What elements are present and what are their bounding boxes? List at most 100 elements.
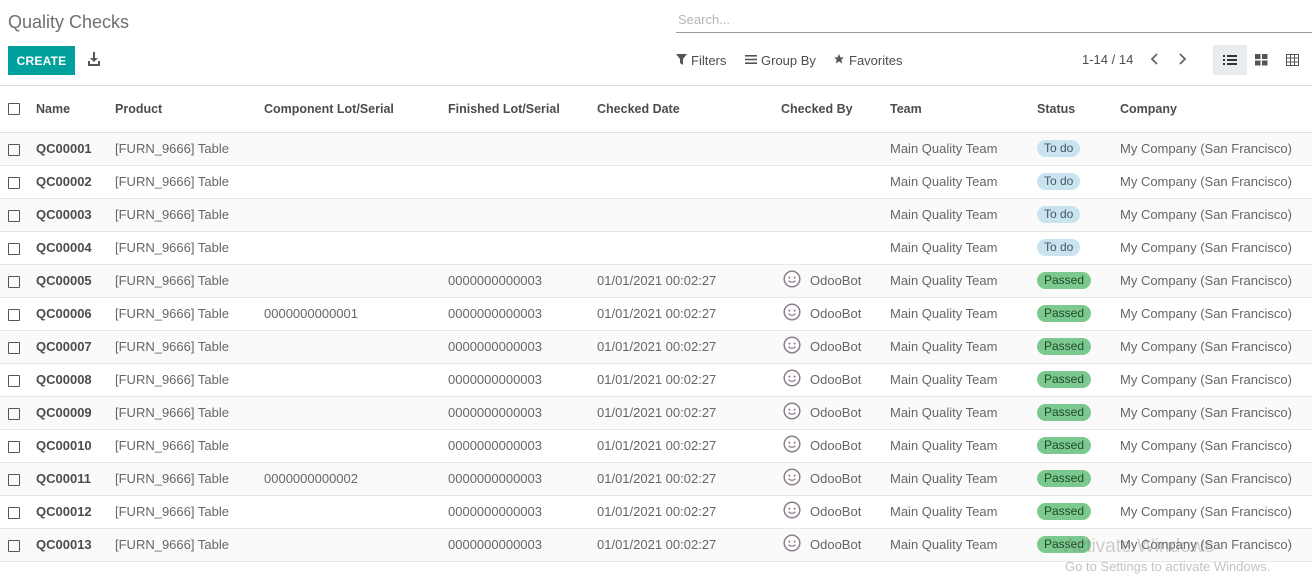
row-checkbox[interactable] (8, 275, 20, 288)
row-checkbox[interactable] (8, 209, 20, 222)
row-checkbox[interactable] (8, 308, 20, 321)
table-row[interactable]: QC00012 [FURN_9666] Table 0000000000003 01/… (0, 495, 1312, 529)
row-select-cell[interactable] (0, 231, 36, 265)
chevron-right-icon[interactable] (1176, 50, 1190, 68)
cell-finished-lot: 0000000000003 (448, 330, 597, 364)
row-checkbox[interactable] (8, 341, 20, 354)
filter-icon (676, 53, 687, 68)
filters-button[interactable]: Filters (676, 51, 726, 69)
cell-team: Main Quality Team (890, 528, 1037, 562)
row-select-cell[interactable] (0, 264, 36, 298)
download-icon[interactable] (87, 51, 103, 69)
kanban-view-icon[interactable] (1244, 45, 1278, 75)
column-header-finished-lot[interactable]: Finished Lot/Serial (448, 86, 597, 133)
select-all-checkbox[interactable] (0, 86, 36, 133)
row-select-cell[interactable] (0, 528, 36, 562)
row-select-cell[interactable] (0, 363, 36, 397)
cell-finished-lot: 0000000000003 (448, 363, 597, 397)
smiley-avatar-icon (783, 534, 801, 555)
cell-checked-date (597, 231, 781, 265)
cell-product: [FURN_9666] Table (115, 363, 264, 397)
column-header-status[interactable]: Status (1037, 86, 1120, 133)
cell-finished-lot: 0000000000003 (448, 528, 597, 562)
cell-component-lot (264, 396, 448, 430)
cell-team: Main Quality Team (890, 165, 1037, 199)
table-body: QC00001 [FURN_9666] Table Main Quality Tea… (0, 132, 1312, 562)
row-select-cell[interactable] (0, 396, 36, 430)
column-header-team[interactable]: Team (890, 86, 1037, 133)
cell-finished-lot: 0000000000003 (448, 429, 597, 463)
table-row[interactable]: QC00009 [FURN_9666] Table 0000000000003 01/… (0, 396, 1312, 430)
table-row[interactable]: QC00004 [FURN_9666] Table Main Quality Tea… (0, 231, 1312, 265)
table-row[interactable]: QC00007 [FURN_9666] Table 0000000000003 01/… (0, 330, 1312, 364)
status-badge: To do (1037, 140, 1081, 157)
group-by-button[interactable]: Group By (745, 51, 816, 69)
row-select-cell[interactable] (0, 462, 36, 496)
row-checkbox[interactable] (8, 242, 20, 255)
cell-checked-by: OdooBot (781, 528, 890, 562)
checked-by-name: OdooBot (810, 537, 862, 552)
chevron-left-icon[interactable] (1149, 50, 1163, 68)
smiley-avatar-icon (783, 435, 801, 456)
cell-checked-date: 01/01/2021 00:02:27 (597, 330, 781, 364)
cell-team: Main Quality Team (890, 462, 1037, 496)
cell-component-lot: 0000000000001 (264, 297, 448, 331)
table-row[interactable]: QC00006 [FURN_9666] Table 0000000000001 000… (0, 297, 1312, 331)
row-select-cell[interactable] (0, 297, 36, 331)
row-checkbox[interactable] (8, 539, 20, 552)
column-header-product[interactable]: Product (115, 86, 264, 133)
row-checkbox[interactable] (8, 506, 20, 519)
row-select-cell[interactable] (0, 165, 36, 199)
pager-value[interactable]: 1-14 / 14 (1082, 52, 1133, 67)
cell-product: [FURN_9666] Table (115, 198, 264, 232)
row-select-cell[interactable] (0, 495, 36, 529)
table-row[interactable]: QC00010 [FURN_9666] Table 0000000000003 01/… (0, 429, 1312, 463)
checked-by-name: OdooBot (810, 306, 862, 321)
table-row[interactable]: QC00003 [FURN_9666] Table Main Quality Tea… (0, 198, 1312, 232)
cell-company: My Company (San Francisco) (1120, 231, 1312, 265)
cell-checked-date (597, 165, 781, 199)
row-select-cell[interactable] (0, 198, 36, 232)
cell-finished-lot: 0000000000003 (448, 462, 597, 496)
search-bar (676, 8, 1312, 33)
cell-name: QC00013 (36, 528, 115, 562)
page-title: Quality Checks (8, 12, 130, 32)
cell-status: Passed (1037, 330, 1120, 364)
row-checkbox[interactable] (8, 473, 20, 486)
cell-company: My Company (San Francisco) (1120, 297, 1312, 331)
list-view-icon[interactable] (1213, 45, 1247, 75)
checkbox-box[interactable] (8, 103, 20, 116)
status-badge: Passed (1037, 437, 1092, 454)
smiley-avatar-icon (783, 336, 801, 357)
row-checkbox[interactable] (8, 440, 20, 453)
row-checkbox[interactable] (8, 143, 20, 156)
table-row[interactable]: QC00008 [FURN_9666] Table 0000000000003 01/… (0, 363, 1312, 397)
column-header-name[interactable]: Name (36, 86, 115, 133)
table-view-icon[interactable] (1275, 45, 1309, 75)
status-badge: Passed (1037, 305, 1092, 322)
column-header-checked-by[interactable]: Checked By (781, 86, 890, 133)
table-row[interactable]: QC00005 [FURN_9666] Table 0000000000003 01/… (0, 264, 1312, 298)
favorites-button[interactable]: Favorites (833, 51, 902, 69)
cell-name: QC00001 (36, 132, 115, 166)
filters-label: Filters (691, 52, 727, 68)
cell-name: QC00003 (36, 198, 115, 232)
row-checkbox[interactable] (8, 176, 20, 189)
cell-status: To do (1037, 132, 1120, 166)
create-button[interactable]: CREATE (8, 46, 75, 75)
row-checkbox[interactable] (8, 374, 20, 387)
column-header-company[interactable]: Company (1120, 86, 1312, 133)
table-row[interactable]: QC00013 [FURN_9666] Table 0000000000003 01/… (0, 528, 1312, 562)
column-header-component-lot[interactable]: Component Lot/Serial (264, 86, 448, 133)
table-row[interactable]: QC00001 [FURN_9666] Table Main Quality Tea… (0, 132, 1312, 166)
column-header-checked-date[interactable]: Checked Date (597, 86, 781, 133)
cell-component-lot (264, 363, 448, 397)
row-checkbox[interactable] (8, 407, 20, 420)
row-select-cell[interactable] (0, 132, 36, 166)
table-row[interactable]: QC00002 [FURN_9666] Table Main Quality Tea… (0, 165, 1312, 199)
row-select-cell[interactable] (0, 429, 36, 463)
cell-checked-by: OdooBot (781, 330, 890, 364)
table-row[interactable]: QC00011 [FURN_9666] Table 0000000000002 000… (0, 462, 1312, 496)
search-input[interactable] (676, 8, 1312, 30)
row-select-cell[interactable] (0, 330, 36, 364)
